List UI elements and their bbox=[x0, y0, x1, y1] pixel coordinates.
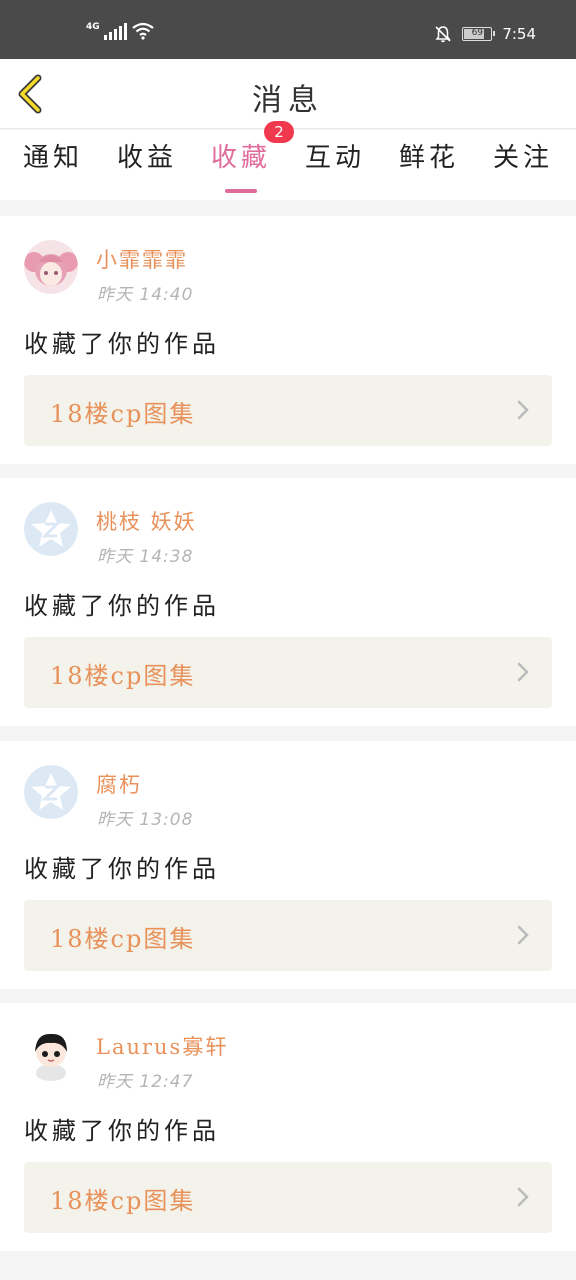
work-link[interactable]: 18楼cp图集 bbox=[24, 637, 552, 708]
work-title: 18楼cp图集 bbox=[50, 925, 196, 953]
username[interactable]: 小霏霏霏 bbox=[96, 244, 188, 274]
username[interactable]: 腐朽 bbox=[96, 769, 142, 799]
tab-following[interactable]: 关注 bbox=[478, 138, 568, 193]
battery-level: 69 bbox=[471, 28, 484, 38]
bell-muted-icon bbox=[435, 26, 451, 43]
tab-label: 互动 bbox=[304, 143, 365, 173]
tab-interactions[interactable]: 互动 bbox=[290, 138, 380, 193]
username[interactable]: 桃枝 妖妖 bbox=[96, 506, 197, 536]
work-link[interactable]: 18楼cp图集 bbox=[24, 900, 552, 971]
avatar[interactable] bbox=[24, 502, 78, 556]
tab-label: 关注 bbox=[492, 143, 553, 173]
work-title: 18楼cp图集 bbox=[50, 662, 196, 690]
tab-label: 鲜花 bbox=[398, 143, 459, 173]
work-title: 18楼cp图集 bbox=[50, 400, 196, 428]
status-time: 7:54 bbox=[502, 25, 536, 43]
message-card: 腐朽 昨天 13:08 收藏了你的作品 18楼cp图集 bbox=[0, 741, 576, 989]
chevron-right-icon bbox=[517, 925, 529, 945]
message-text: 收藏了你的作品 bbox=[24, 330, 220, 358]
avatar[interactable] bbox=[24, 1027, 78, 1081]
message-time: 昨天 12:47 bbox=[97, 1072, 194, 1092]
message-card: Laurus寡轩 昨天 12:47 收藏了你的作品 18楼cp图集 bbox=[0, 1003, 576, 1251]
message-card: 桃枝 妖妖 昨天 14:38 收藏了你的作品 18楼cp图集 bbox=[0, 478, 576, 726]
signal-icon bbox=[103, 23, 127, 40]
chibi-avatar-icon bbox=[24, 1027, 78, 1081]
tab-label: 收益 bbox=[116, 143, 177, 173]
default-avatar-icon bbox=[24, 765, 78, 819]
message-text: 收藏了你的作品 bbox=[24, 855, 220, 883]
status-bar: 4G 69 7:54 bbox=[0, 0, 576, 59]
message-time: 昨天 13:08 bbox=[97, 810, 194, 830]
page-title: 消息 bbox=[252, 83, 324, 118]
tab-notifications[interactable]: 通知 bbox=[8, 138, 98, 193]
message-time: 昨天 14:40 bbox=[97, 285, 194, 305]
work-link[interactable]: 18楼cp图集 bbox=[24, 1162, 552, 1233]
chevron-right-icon bbox=[517, 400, 529, 420]
tab-favorites[interactable]: 收藏 bbox=[196, 138, 286, 193]
network-type: 4G bbox=[86, 22, 100, 32]
work-title: 18楼cp图集 bbox=[50, 1187, 196, 1215]
chevron-right-icon bbox=[517, 1187, 529, 1207]
message-card: 小霏霏霏 昨天 14:40 收藏了你的作品 18楼cp图集 bbox=[0, 216, 576, 464]
message-time: 昨天 14:38 bbox=[97, 547, 194, 567]
page-header: 消息 bbox=[0, 59, 576, 129]
status-right: 69 7:54 bbox=[434, 25, 536, 43]
username[interactable]: Laurus寡轩 bbox=[96, 1031, 228, 1061]
active-tab-indicator bbox=[225, 189, 257, 193]
battery-icon: 69 bbox=[462, 27, 496, 41]
chevron-right-icon bbox=[517, 662, 529, 682]
default-avatar-icon bbox=[24, 502, 78, 556]
tab-label: 收藏 bbox=[210, 143, 271, 173]
message-text: 收藏了你的作品 bbox=[24, 592, 220, 620]
tab-label: 通知 bbox=[22, 143, 83, 173]
tab-flowers[interactable]: 鲜花 bbox=[384, 138, 474, 193]
favorites-count-badge: 2 bbox=[264, 121, 294, 143]
work-link[interactable]: 18楼cp图集 bbox=[24, 375, 552, 446]
signal-group: 4G bbox=[86, 22, 155, 40]
tab-earnings[interactable]: 收益 bbox=[102, 138, 192, 193]
avatar[interactable] bbox=[24, 765, 78, 819]
wifi-icon bbox=[131, 22, 154, 40]
avatar[interactable] bbox=[24, 240, 78, 294]
message-text: 收藏了你的作品 bbox=[24, 1117, 220, 1145]
pink-hair-avatar-icon bbox=[24, 240, 78, 294]
